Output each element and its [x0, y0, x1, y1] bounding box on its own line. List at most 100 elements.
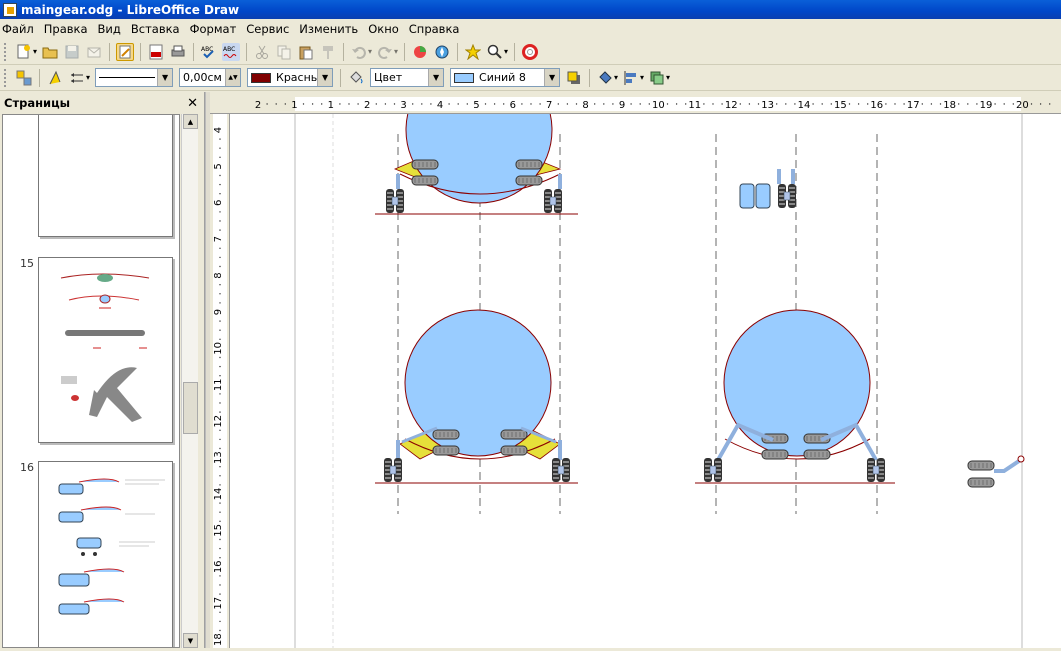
arrange-icon[interactable] [648, 69, 666, 87]
ruler-label: 7 [213, 236, 224, 242]
paste-icon[interactable] [297, 43, 315, 61]
area-style-select[interactable]: Цвет ▼ [370, 68, 445, 87]
page-thumbnail-list[interactable]: 15 16 [2, 114, 180, 648]
fill-color-select[interactable]: Синий 8 ▼ [450, 68, 561, 87]
line-style-select[interactable]: ▼ [95, 68, 174, 87]
spin-icon[interactable]: ▲▼ [225, 69, 241, 86]
copy-icon[interactable] [275, 43, 293, 61]
ruler-label: 9 [213, 309, 224, 315]
menu-item-0[interactable]: Файл [2, 22, 34, 36]
align-icon[interactable] [622, 69, 640, 87]
chevron-down-icon[interactable]: ▼ [544, 69, 560, 86]
ruler-label: 1 [291, 100, 297, 111]
area-style-label: Цвет [374, 71, 403, 84]
ruler-label: 1 [328, 100, 334, 111]
gallery-star-icon[interactable] [464, 43, 482, 61]
page-thumbnail[interactable] [38, 461, 173, 647]
cut-icon[interactable] [253, 43, 271, 61]
toolbar-grip[interactable] [4, 42, 9, 61]
save-icon[interactable] [63, 43, 81, 61]
navigator-icon[interactable] [433, 43, 451, 61]
thumbnail-scrollbar[interactable]: ▲ ▼ [181, 114, 198, 648]
ruler-label: 16 [213, 560, 224, 573]
menu-item-7[interactable]: Окно [368, 22, 399, 36]
fill-color-swatch [454, 72, 475, 83]
menu-item-4[interactable]: Формат [190, 22, 237, 36]
print-icon[interactable] [169, 43, 187, 61]
line-color-select[interactable]: Красный ▼ [247, 68, 334, 87]
vertical-ruler[interactable]: 4 5 6 7 8 9 10 11 12 13 14 15 16 17 18 [210, 114, 230, 650]
ruler-label: 13 [213, 451, 224, 464]
ruler-label: 18 [213, 633, 224, 646]
menu-item-2[interactable]: Вид [98, 22, 121, 36]
line-icon[interactable] [46, 69, 64, 87]
page-16-preview [58, 478, 165, 615]
area-properties-icon[interactable] [15, 69, 33, 87]
open-icon[interactable] [41, 43, 59, 61]
page-15-preview [60, 273, 150, 422]
line-width-value: 0,00см [183, 71, 222, 84]
page-thumbnail[interactable] [38, 257, 173, 443]
autospellcheck-icon[interactable]: ABC [222, 42, 241, 61]
ruler-label: 17 [213, 597, 224, 610]
drawing-canvas[interactable] [230, 114, 1061, 648]
spellcheck-icon[interactable]: ABC [200, 43, 218, 61]
page-thumbnail[interactable] [38, 115, 173, 237]
rotate-icon[interactable] [596, 69, 614, 87]
ruler-label: 12 [725, 100, 738, 111]
chart-icon[interactable] [411, 43, 429, 61]
bottom-left-gear-view[interactable] [375, 309, 578, 484]
undo-icon[interactable] [350, 43, 368, 61]
ruler-label: 17 [907, 100, 920, 111]
chevron-down-icon[interactable]: ▼ [317, 69, 333, 86]
menu-item-5[interactable]: Сервис [246, 22, 289, 36]
title-bar: maingear.odg - LibreOffice Draw [0, 0, 1061, 19]
scroll-down-icon[interactable]: ▼ [183, 633, 198, 648]
arrow-style-icon[interactable] [68, 69, 86, 87]
menu-item-3[interactable]: Вставка [131, 22, 180, 36]
fill-color-label: Синий 8 [479, 71, 526, 84]
new-icon[interactable] [15, 43, 33, 61]
menu-bar: Файл Правка Вид Вставка Формат Сервис Изменить… [0, 19, 1061, 39]
zoom-icon[interactable] [486, 43, 504, 61]
drawing[interactable] [230, 114, 1061, 648]
email-icon[interactable] [85, 43, 103, 61]
ruler-label: 5 [473, 100, 479, 111]
ruler-label: 5 [213, 163, 224, 169]
ruler-label: 2 [255, 100, 261, 111]
bottom-right-gear-view[interactable] [695, 309, 895, 484]
shadow-icon[interactable] [565, 69, 583, 87]
horizontal-ruler[interactable]: 2 1 1 2 3 4 5 6 7 8 9 10 11 12 13 14 15 16 17 18 19 20 [210, 92, 1061, 114]
export-pdf-icon[interactable] [147, 43, 165, 61]
ruler-label: 19 [980, 100, 993, 111]
menu-item-1[interactable]: Правка [44, 22, 88, 36]
ruler-label: 10 [213, 342, 224, 355]
ruler-label: 13 [761, 100, 774, 111]
chevron-down-icon[interactable]: ▼ [157, 69, 173, 86]
ruler-label: 12 [213, 415, 224, 428]
fill-bucket-icon[interactable] [347, 69, 365, 87]
scroll-thumb[interactable] [183, 382, 198, 434]
ruler-label: 14 [798, 100, 811, 111]
menu-item-6[interactable]: Изменить [299, 22, 358, 36]
clone-format-icon[interactable] [319, 43, 337, 61]
toolbar-grip[interactable] [4, 68, 9, 87]
draw-app-icon [3, 2, 17, 17]
close-icon[interactable]: ✕ [187, 96, 198, 111]
line-color-swatch [251, 72, 272, 83]
ruler-label: 15 [834, 100, 847, 111]
ruler-label: 3 [400, 100, 406, 111]
ruler-label: 7 [546, 100, 552, 111]
ruler-label: 11 [688, 100, 701, 111]
scroll-up-icon[interactable]: ▲ [183, 114, 198, 129]
chevron-down-icon[interactable]: ▼ [428, 69, 444, 86]
help-icon[interactable] [521, 43, 539, 61]
side-gear-view[interactable] [967, 455, 1025, 488]
line-width-field[interactable]: 0,00см ▲▼ [179, 68, 242, 87]
standard-toolbar: ▾ ABC ABC ▾ ▾ ▾ [0, 39, 1061, 65]
menu-item-8[interactable]: Справка [409, 22, 460, 36]
window-title: maingear.odg - LibreOffice Draw [21, 2, 240, 17]
pages-panel: Страницы ✕ 15 16 ▲ ▼ [0, 92, 205, 648]
redo-icon[interactable] [376, 43, 394, 61]
edit-file-icon[interactable] [116, 42, 135, 61]
